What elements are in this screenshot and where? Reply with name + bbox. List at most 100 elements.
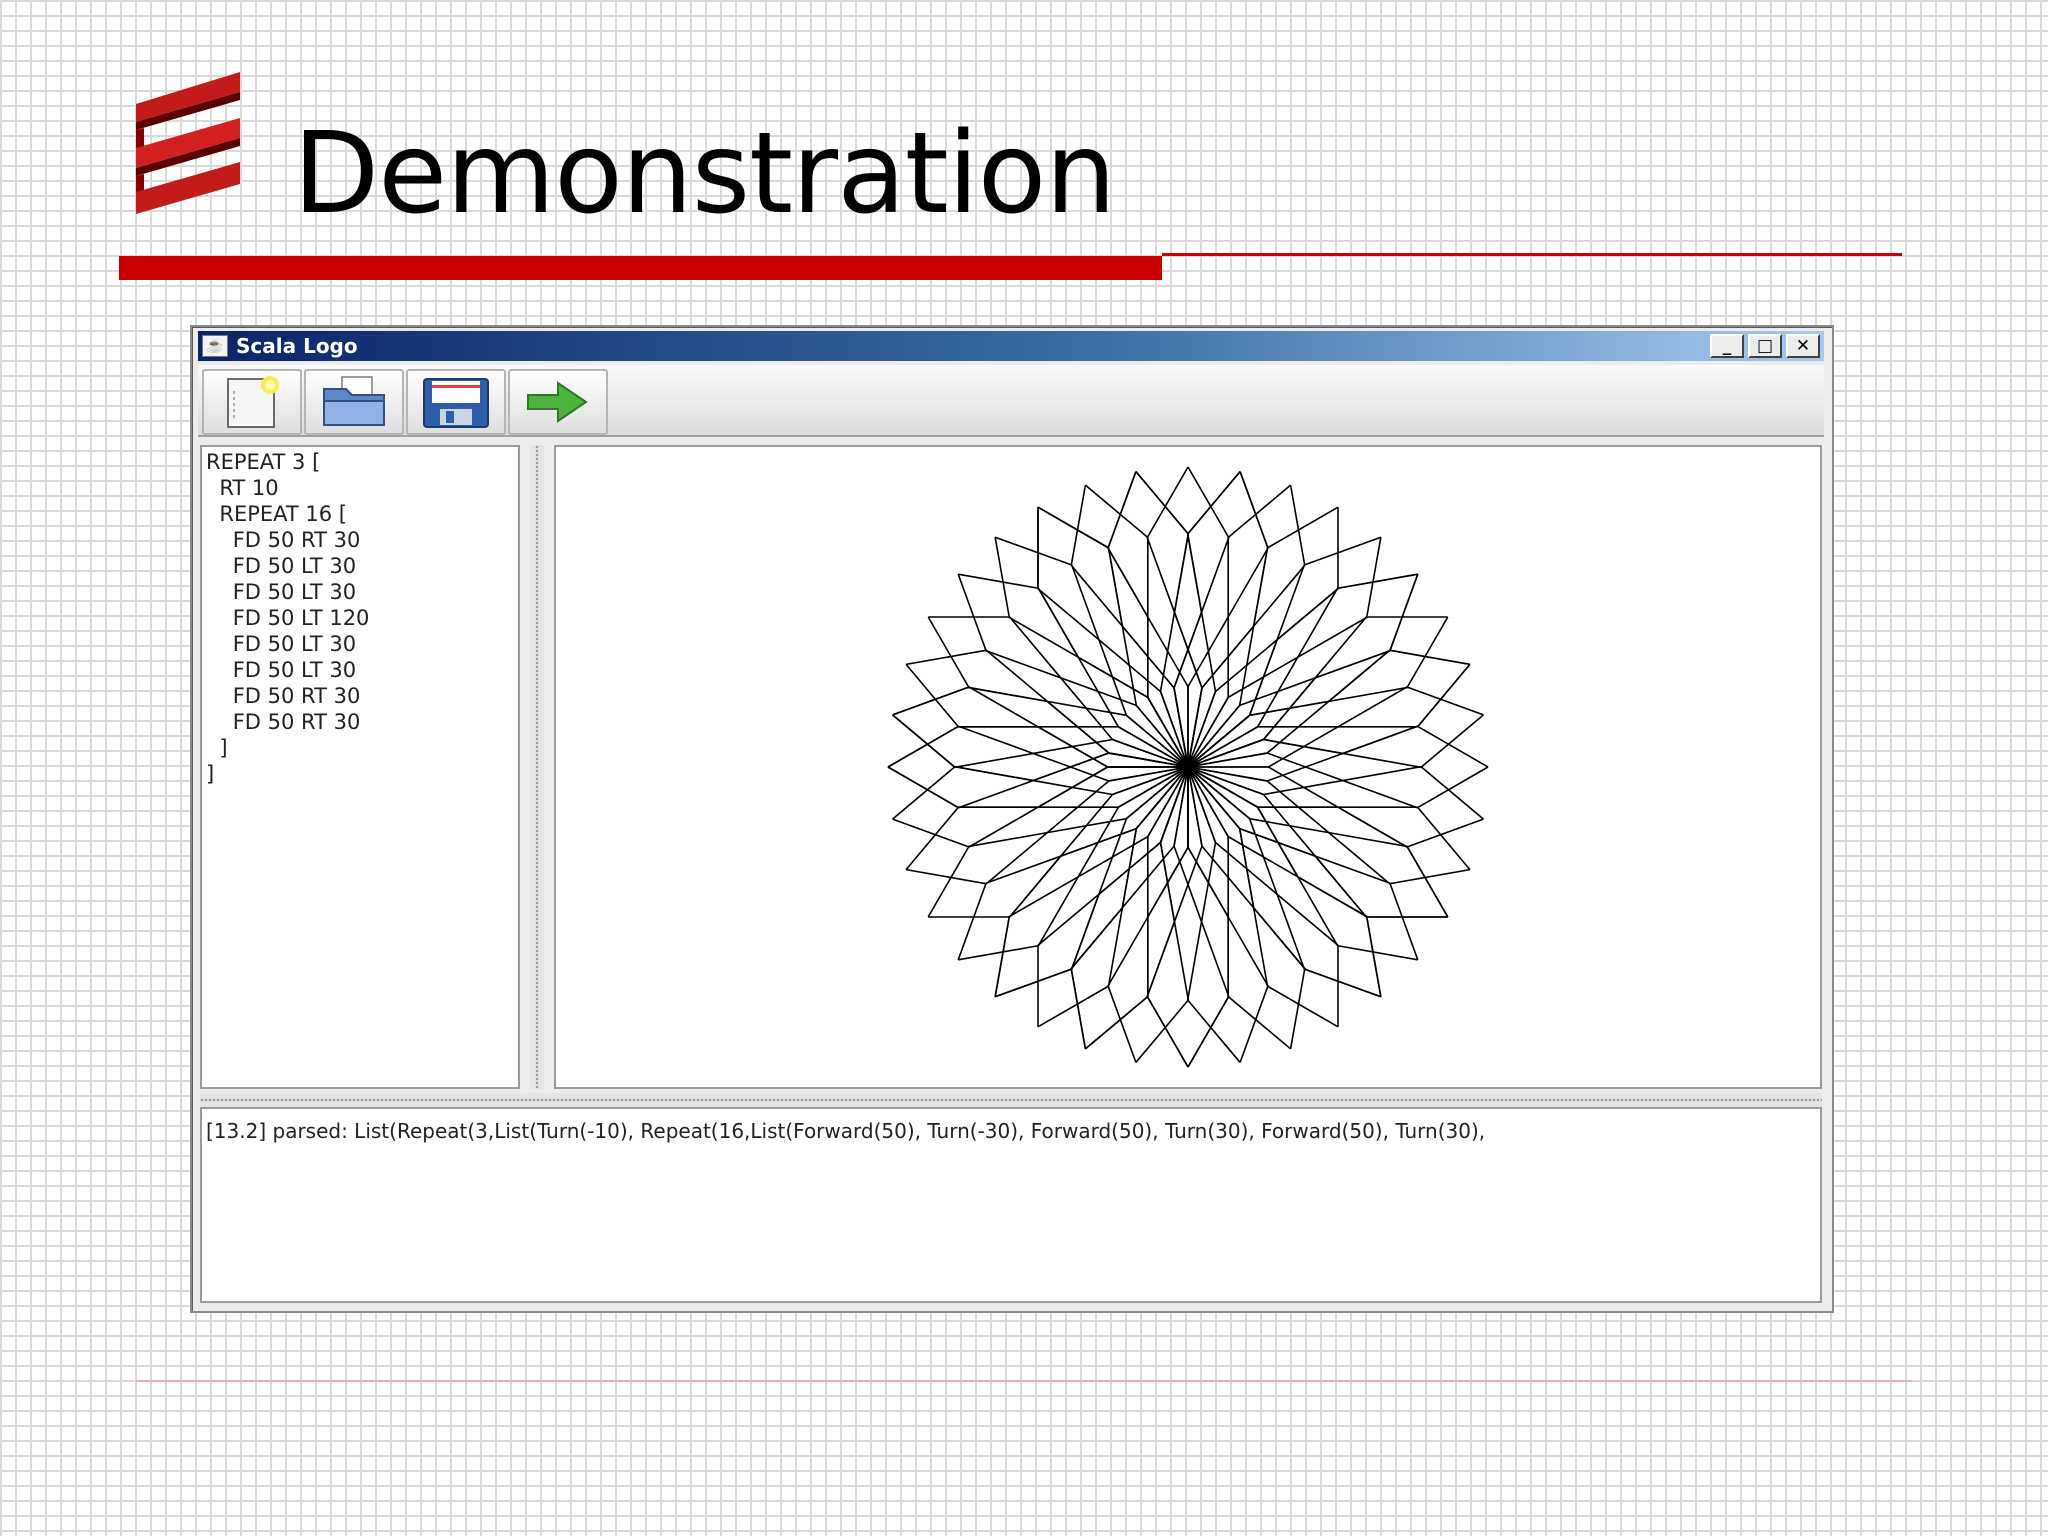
code-line: FD 50 RT 30 bbox=[206, 528, 361, 552]
turtle-line bbox=[1406, 616, 1449, 688]
window-controls: _ □ ✕ bbox=[1710, 334, 1820, 358]
turtle-line bbox=[1267, 506, 1339, 549]
title-underline bbox=[119, 256, 1162, 280]
close-button[interactable]: ✕ bbox=[1786, 334, 1820, 358]
footer-rule bbox=[136, 1380, 1912, 1382]
turtle-line bbox=[1227, 916, 1270, 988]
turtle-line bbox=[985, 832, 1048, 885]
turtle-line bbox=[905, 663, 959, 727]
turtle-line bbox=[1249, 700, 1329, 717]
turtle-line bbox=[1227, 835, 1299, 878]
turtle-line bbox=[927, 846, 970, 918]
turtle-line bbox=[1366, 917, 1382, 997]
code-line: RT 10 bbox=[206, 476, 279, 500]
turtle-line bbox=[1107, 546, 1124, 627]
turtle-line bbox=[1084, 996, 1148, 1050]
turtle-line bbox=[1037, 876, 1079, 947]
turtle-line bbox=[1297, 587, 1339, 658]
turtle-line bbox=[1037, 726, 1109, 768]
new-document-icon bbox=[227, 376, 279, 428]
turtle-drawing bbox=[887, 466, 1489, 1068]
turtle-line bbox=[1077, 656, 1149, 699]
window-titlebar[interactable]: ☕ Scala Logo _ □ ✕ bbox=[198, 331, 1824, 361]
scala-logo bbox=[136, 72, 240, 214]
turtle-line bbox=[958, 573, 1038, 589]
turtle-line bbox=[1342, 779, 1419, 809]
turtle-line bbox=[1267, 726, 1339, 768]
turtle-line bbox=[1070, 907, 1123, 970]
turtle-line bbox=[1289, 969, 1306, 1050]
turtle-line bbox=[954, 765, 1034, 782]
turtle-line bbox=[1200, 921, 1230, 998]
turtle-line bbox=[1077, 656, 1120, 728]
turtle-line bbox=[1187, 616, 1229, 688]
turtle-line bbox=[1407, 818, 1484, 848]
turtle-line bbox=[1173, 921, 1190, 1001]
turtle-line bbox=[905, 868, 986, 885]
code-line: FD 50 LT 30 bbox=[206, 580, 357, 604]
save-file-button[interactable] bbox=[406, 369, 506, 435]
turtle-line bbox=[967, 685, 1039, 728]
turtle-line bbox=[1037, 985, 1109, 1028]
turtle-line bbox=[954, 752, 1034, 769]
turtle-line bbox=[1342, 752, 1422, 769]
turtle-line bbox=[1305, 536, 1382, 566]
turtle-line bbox=[1173, 533, 1190, 613]
code-line: FD 50 RT 30 bbox=[206, 684, 361, 708]
turtle-line bbox=[1252, 546, 1269, 627]
turtle-line bbox=[1253, 564, 1306, 627]
vertical-split-handle[interactable] bbox=[530, 445, 544, 1089]
window-title: Scala Logo bbox=[236, 334, 358, 358]
turtle-line bbox=[905, 807, 959, 871]
turtle-line bbox=[1186, 921, 1203, 1001]
code-line: FD 50 LT 30 bbox=[206, 554, 357, 578]
turtle-line bbox=[1121, 626, 1138, 706]
turtle-line bbox=[1338, 573, 1418, 589]
output-text: [13.2] parsed: List(Repeat(3,List(Turn(-… bbox=[206, 1119, 1486, 1143]
turtle-line bbox=[1037, 587, 1079, 658]
turtle-line bbox=[1337, 806, 1409, 849]
turtle-line bbox=[1342, 725, 1419, 755]
turtle-line bbox=[957, 779, 1034, 809]
turtle-line bbox=[1253, 907, 1306, 970]
turtle-line bbox=[1008, 876, 1079, 918]
open-folder-icon bbox=[323, 376, 385, 426]
turtle-line bbox=[1008, 616, 1079, 658]
horizontal-split-handle[interactable] bbox=[200, 1093, 1822, 1107]
turtle-line bbox=[1256, 806, 1299, 878]
minimize-button[interactable]: _ bbox=[1710, 334, 1744, 358]
turtle-line bbox=[905, 649, 986, 666]
turtle-line bbox=[1070, 969, 1087, 1050]
turtle-line bbox=[1227, 656, 1299, 699]
maximize-button[interactable]: □ bbox=[1748, 334, 1782, 358]
turtle-line bbox=[1228, 996, 1292, 1050]
turtle-line bbox=[967, 686, 1048, 703]
run-button[interactable] bbox=[508, 369, 608, 435]
turtle-line bbox=[994, 968, 1071, 998]
turtle-line bbox=[1289, 484, 1306, 565]
output-console[interactable]: [13.2] parsed: List(Repeat(3,List(Turn(-… bbox=[200, 1107, 1822, 1303]
turtle-line bbox=[1106, 546, 1149, 618]
drawing-canvas[interactable] bbox=[554, 445, 1822, 1089]
turtle-line bbox=[1252, 907, 1269, 988]
new-file-button[interactable] bbox=[202, 369, 302, 435]
turtle-line bbox=[1366, 537, 1382, 617]
floppy-disk-icon bbox=[423, 378, 489, 428]
turtle-line bbox=[994, 917, 1010, 997]
turtle-line bbox=[1390, 868, 1471, 885]
green-arrow-right-icon bbox=[527, 381, 588, 423]
code-line: ] bbox=[206, 762, 215, 786]
turtle-line bbox=[1239, 471, 1269, 548]
open-file-button[interactable] bbox=[304, 369, 404, 435]
turtle-line bbox=[994, 536, 1071, 566]
code-editor[interactable]: REPEAT 3 [ RT 10 REPEAT 16 [ FD 50 RT 30… bbox=[200, 445, 520, 1089]
turtle-line bbox=[1389, 884, 1419, 961]
turtle-line bbox=[1239, 986, 1269, 1063]
turtle-line bbox=[1267, 766, 1339, 808]
turtle-line bbox=[1256, 656, 1299, 728]
slide-title: Demonstration bbox=[293, 109, 1116, 239]
turtle-line bbox=[1106, 916, 1149, 988]
turtle-line bbox=[1070, 484, 1087, 565]
turtle-line bbox=[927, 616, 970, 688]
turtle-line bbox=[1187, 846, 1229, 918]
